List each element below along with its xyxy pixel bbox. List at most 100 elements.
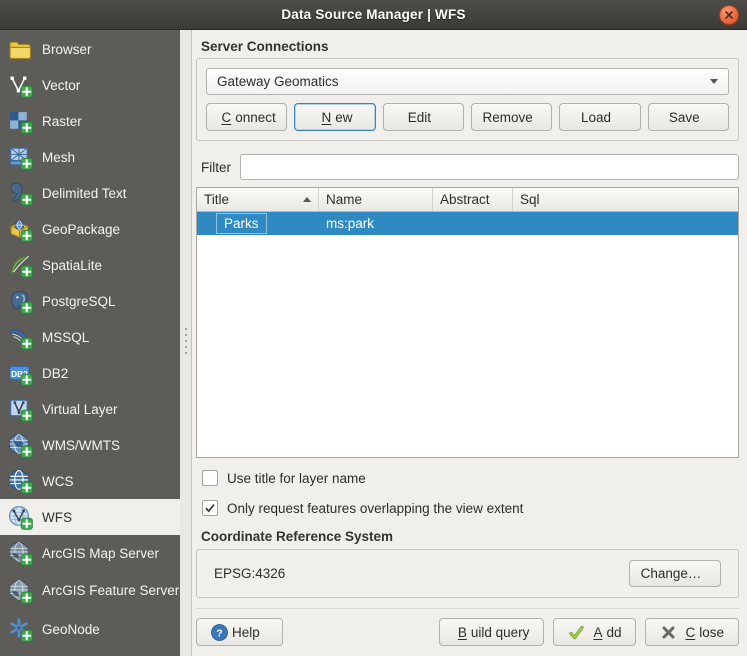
sidebar-item-label: WCS (42, 474, 74, 489)
sidebar-item-db2[interactable]: DB2 DB2 (0, 355, 180, 391)
new-button[interactable]: New (294, 103, 375, 131)
db2-icon: DB2 (8, 361, 33, 386)
layers-table-body: Parks ms:park (197, 212, 738, 457)
sidebar-item-geonode[interactable]: GeoNode (0, 611, 180, 647)
sidebar-item-mssql[interactable]: MSSQL (0, 319, 180, 355)
dialog-button-box: ? Help Build query Add (196, 608, 739, 646)
chevron-down-icon (710, 79, 718, 84)
crs-heading: Coordinate Reference System (201, 529, 739, 544)
layers-table-header: Title Name Abstract Sql (197, 188, 738, 212)
wfs-panel: Server Connections Gateway Geomatics Con… (192, 30, 747, 656)
splitter-grip-dots (185, 328, 187, 354)
sidebar-item-arcgis-map-server[interactable]: ArcGIS Map Server (0, 535, 180, 571)
sidebar-item-label: MSSQL (42, 330, 89, 345)
overlap-checkbox-row[interactable]: Only request features overlapping the vi… (202, 500, 739, 516)
sort-ascending-icon (303, 197, 311, 202)
sidebar-item-raster[interactable]: Raster (0, 103, 180, 139)
sidebar-item-wms-wmts[interactable]: WMS/WMTS (0, 427, 180, 463)
sidebar-item-label: SpatiaLite (42, 258, 102, 273)
help-icon: ? (211, 624, 228, 641)
globe-arcgis-icon (8, 541, 33, 566)
geopackage-box-icon (8, 217, 33, 242)
globe-wfs-icon (8, 505, 33, 530)
virtual-layer-icon (8, 397, 33, 422)
overlap-checkbox[interactable] (202, 500, 218, 516)
use-title-checkbox-row[interactable]: Use title for layer name (202, 470, 739, 486)
crs-value: EPSG:4326 (214, 566, 285, 581)
titlebar[interactable]: Data Source Manager | WFS (0, 0, 747, 30)
use-title-checkbox[interactable] (202, 470, 218, 486)
mssql-swoosh-icon (8, 325, 33, 350)
sidebar-item-label: Browser (42, 42, 92, 57)
sidebar-item-label: Mesh (42, 150, 75, 165)
sidebar-item-postgresql[interactable]: PostgreSQL (0, 283, 180, 319)
connection-select-value: Gateway Geomatics (217, 74, 339, 89)
connection-select[interactable]: Gateway Geomatics (206, 68, 729, 95)
layers-table: Title Name Abstract Sql Parks ms:park (196, 187, 739, 458)
sidebar-item-mesh[interactable]: Mesh (0, 139, 180, 175)
close-icon (724, 10, 734, 20)
elephant-icon (8, 289, 33, 314)
checkmark-add-icon (568, 624, 585, 641)
sidebar-item-geopackage[interactable]: GeoPackage (0, 211, 180, 247)
add-button[interactable]: Add (553, 618, 636, 646)
change-crs-button[interactable]: Change… (629, 560, 721, 587)
splitter-handle[interactable] (180, 30, 192, 656)
sidebar-item-spatialite[interactable]: SpatiaLite (0, 247, 180, 283)
sidebar-item-label: Vector (42, 78, 80, 93)
remove-button[interactable]: Remove (471, 103, 552, 131)
column-header-sql[interactable]: Sql (513, 188, 738, 211)
sidebar-item-label: Virtual Layer (42, 402, 118, 417)
sidebar-item-label: DB2 (42, 366, 68, 381)
mesh-layer-icon (8, 145, 33, 170)
sidebar-item-label: Delimited Text (42, 186, 127, 201)
column-header-abstract[interactable]: Abstract (433, 188, 513, 211)
sidebar-item-label: PostgreSQL (42, 294, 116, 309)
filter-input[interactable] (240, 154, 739, 180)
crs-group: EPSG:4326 Change… (196, 549, 739, 598)
edit-button[interactable]: Edit (383, 103, 464, 131)
folder-icon (8, 37, 33, 62)
sidebar-item-label: ArcGIS Map Server (42, 546, 159, 561)
close-x-icon (660, 624, 677, 641)
comma-icon (8, 181, 33, 206)
svg-text:?: ? (216, 627, 222, 639)
cell-title: Parks (216, 213, 267, 234)
sidebar-item-virtual-layer[interactable]: Virtual Layer (0, 391, 180, 427)
sidebar-item-wfs[interactable]: WFS (0, 499, 180, 535)
overlap-checkbox-label: Only request features overlapping the vi… (227, 501, 523, 516)
load-button[interactable]: Load (559, 103, 640, 131)
table-row-parks[interactable]: Parks ms:park (197, 212, 738, 235)
server-connections-heading: Server Connections (201, 39, 739, 54)
source-type-sidebar: Browser Vector (0, 30, 180, 656)
cell-abstract (433, 212, 447, 235)
connect-button[interactable]: Connect (206, 103, 287, 131)
server-connections-group: Gateway Geomatics Connect New Edit Remov… (196, 58, 739, 141)
checkmark-icon (204, 502, 216, 514)
column-header-title[interactable]: Title (197, 188, 319, 211)
cell-name: ms:park (319, 212, 433, 235)
sidebar-item-label: GeoNode (42, 622, 100, 637)
sidebar-item-label: WMS/WMTS (42, 438, 120, 453)
close-button[interactable] (719, 5, 739, 25)
use-title-checkbox-label: Use title for layer name (227, 471, 366, 486)
save-button[interactable]: Save (648, 103, 729, 131)
sidebar-item-label: Raster (42, 114, 82, 129)
sidebar-item-arcgis-feature-server[interactable]: ArcGIS Feature Server (0, 571, 180, 611)
sidebar-item-wcs[interactable]: WCS (0, 463, 180, 499)
sidebar-item-delimited-text[interactable]: Delimited Text (0, 175, 180, 211)
sidebar-item-browser[interactable]: Browser (0, 31, 180, 67)
build-query-button[interactable]: Build query (439, 618, 545, 646)
column-header-name[interactable]: Name (319, 188, 433, 211)
globe-wcs-icon (8, 469, 33, 494)
geonode-icon (8, 617, 33, 642)
window-title: Data Source Manager | WFS (281, 7, 465, 22)
close-dialog-button[interactable]: Close (645, 618, 739, 646)
feather-icon (8, 253, 33, 278)
raster-layer-icon (8, 109, 33, 134)
globe-arcgis-icon (8, 579, 33, 604)
vector-layer-icon (8, 73, 33, 98)
cell-sql (447, 212, 461, 235)
sidebar-item-vector[interactable]: Vector (0, 67, 180, 103)
help-button[interactable]: ? Help (196, 618, 283, 646)
